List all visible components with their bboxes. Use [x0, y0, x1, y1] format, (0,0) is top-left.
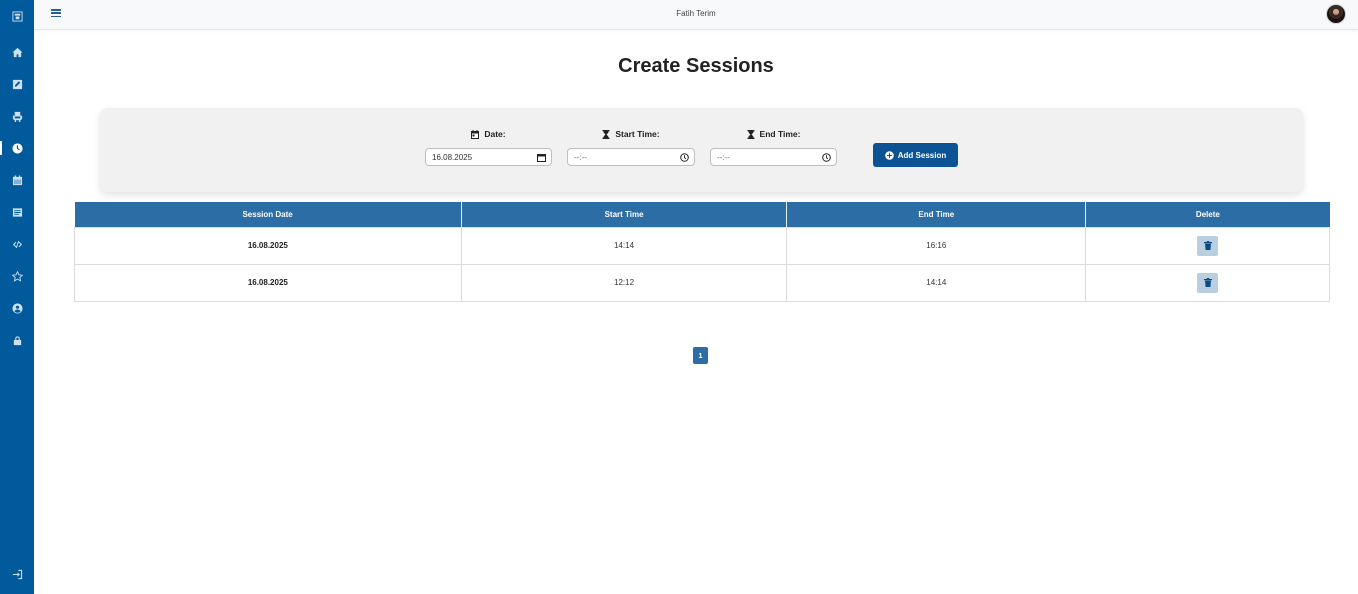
- column-header-end-time: End Time: [786, 202, 1087, 227]
- delete-cell: [1085, 263, 1330, 302]
- seat-icon[interactable]: [0, 106, 34, 126]
- end-time-cell: 14:14: [786, 263, 1087, 302]
- user-circle-icon[interactable]: [0, 298, 34, 318]
- start-time-cell: 12:12: [460, 263, 788, 302]
- table-header-row: Session Date Start Time End Time Delete: [74, 202, 1330, 227]
- table-row: 16.08.2025 12:12 14:14: [74, 263, 1330, 302]
- end-time-input[interactable]: --:--: [710, 148, 837, 166]
- clock-picker-icon[interactable]: [822, 152, 831, 162]
- trash-icon: [1203, 241, 1212, 250]
- end-time-label-text: End Time:: [759, 129, 801, 139]
- start-time-field-group: Start Time: --:--: [567, 128, 695, 166]
- list-icon[interactable]: [0, 202, 34, 222]
- session-date-cell: 16.08.2025: [74, 263, 462, 302]
- delete-cell: [1085, 226, 1330, 265]
- column-header-start-time: Start Time: [461, 202, 788, 227]
- date-label: Date:: [425, 128, 552, 140]
- start-time-value: --:--: [574, 152, 587, 162]
- start-time-input[interactable]: --:--: [567, 148, 695, 166]
- home-icon[interactable]: [0, 42, 34, 62]
- plus-circle-icon: [884, 150, 894, 160]
- sidebar: [0, 0, 34, 594]
- column-header-session-date: Session Date: [74, 202, 462, 227]
- logo-icon[interactable]: [0, 6, 34, 26]
- date-label-text: Date:: [484, 129, 506, 139]
- user-name: Fatih Terim: [676, 9, 716, 18]
- start-time-label: Start Time:: [567, 128, 695, 140]
- add-session-button[interactable]: Add Session: [873, 143, 958, 167]
- edit-icon[interactable]: [0, 74, 34, 94]
- page-title: Create Sessions: [618, 55, 774, 77]
- start-time-label-text: Start Time:: [615, 129, 660, 139]
- delete-button[interactable]: [1197, 272, 1219, 293]
- table-row: 16.08.2025 14:14 16:16: [74, 226, 1330, 265]
- hourglass-end-icon: [747, 129, 755, 139]
- date-value: 16.08.2025: [432, 152, 473, 162]
- start-time-cell: 14:14: [460, 226, 788, 265]
- column-header-delete: Delete: [1085, 202, 1330, 227]
- top-bar: Fatih Terim: [34, 0, 1358, 30]
- date-input[interactable]: 16.08.2025: [425, 148, 552, 166]
- date-field-group: Date: 16.08.2025: [425, 128, 552, 166]
- hourglass-icon: [602, 129, 610, 139]
- end-time-cell: 16:16: [786, 226, 1087, 265]
- end-time-value: --:--: [717, 152, 730, 162]
- trash-icon: [1203, 278, 1212, 287]
- end-time-field-group: End Time: --:--: [710, 128, 837, 166]
- clock-picker-icon[interactable]: [680, 152, 689, 162]
- code-icon[interactable]: [0, 234, 34, 254]
- avatar[interactable]: [1326, 4, 1346, 24]
- end-time-label: End Time:: [710, 128, 837, 140]
- calendar-icon[interactable]: [0, 170, 34, 190]
- calendar-icon: [471, 129, 480, 139]
- sign-in-icon[interactable]: [0, 564, 34, 584]
- delete-button[interactable]: [1197, 235, 1219, 256]
- lock-icon[interactable]: [0, 330, 34, 350]
- clock-icon[interactable]: [0, 138, 34, 158]
- calendar-picker-icon[interactable]: [537, 153, 546, 162]
- add-session-label: Add Session: [897, 150, 947, 160]
- star-icon[interactable]: [0, 266, 34, 286]
- pagination-page-1[interactable]: 1: [693, 347, 708, 364]
- session-date-cell: 16.08.2025: [74, 226, 462, 265]
- session-form: Date: 16.08.2025 Start Time: --:-- End T…: [100, 108, 1303, 192]
- sessions-table: Session Date Start Time End Time Delete …: [74, 202, 1330, 302]
